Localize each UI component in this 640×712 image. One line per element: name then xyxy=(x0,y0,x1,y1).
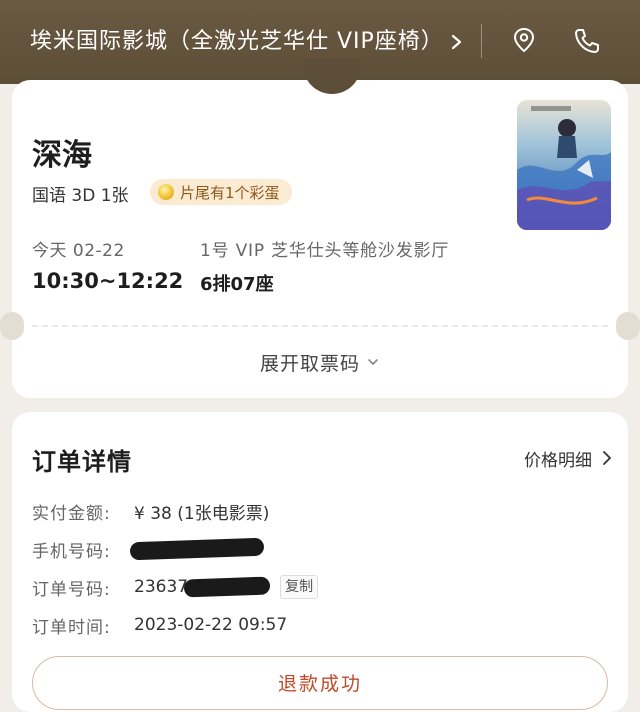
order-row-phone: 手机号码: xyxy=(32,535,265,563)
copy-button[interactable]: 复制 xyxy=(280,575,319,599)
ticket-side-notch-right xyxy=(616,312,640,340)
chevron-right-icon[interactable] xyxy=(448,26,466,58)
phone-redaction xyxy=(129,537,265,561)
payment-label: 实付金额: xyxy=(32,503,111,524)
price-detail-label: 价格明细 xyxy=(524,450,592,471)
show-time: 10:30~12:22 xyxy=(32,269,184,293)
order-details-title: 订单详情 xyxy=(32,448,132,476)
expand-ticket-code-label: 展开取票码 xyxy=(259,352,360,375)
ticket-perforation xyxy=(32,325,608,327)
order-number-value: 23637 xyxy=(134,577,189,597)
phone-icon[interactable] xyxy=(572,26,600,54)
easter-egg-badge: 片尾有1个彩蛋 xyxy=(150,179,292,205)
movie-meta: 国语 3D 1张 xyxy=(32,186,129,206)
price-detail-link[interactable]: 价格明细 xyxy=(524,444,612,472)
order-number-label: 订单号码: xyxy=(32,579,111,600)
order-number-redaction xyxy=(183,576,271,598)
order-time-value: 2023-02-22 09:57 xyxy=(134,615,288,635)
ticket-notch xyxy=(303,58,361,94)
movie-title: 深海 xyxy=(32,138,92,173)
payment-value: ¥ 38 (1张电影票) xyxy=(134,503,270,524)
phone-label: 手机号码: xyxy=(32,541,111,562)
ticket-card: 深海 国语 3D 1张 片尾有1个彩蛋 今天 02-22 10:30~12:22 xyxy=(0,58,640,398)
ticket-side-notch-left xyxy=(0,312,24,340)
easter-egg-label: 片尾有1个彩蛋 xyxy=(180,183,280,202)
order-row-order-time: 订单时间: 2023-02-22 09:57 xyxy=(32,611,287,639)
order-details-card: 订单详情 价格明细 实付金额: ¥ 38 (1张电影票) 手机号码: 订单号码:… xyxy=(12,412,628,712)
cinema-name[interactable]: 埃米国际影城（全激光芝华仕 VIP座椅） xyxy=(30,26,444,58)
egg-icon xyxy=(158,184,174,200)
refund-status-button[interactable]: 退款成功 xyxy=(32,656,608,710)
order-row-order-number: 订单号码: 23637 复制 xyxy=(32,573,319,601)
movie-poster[interactable] xyxy=(517,100,611,230)
chevron-right-icon xyxy=(603,451,611,465)
chevron-down-icon xyxy=(368,359,378,365)
header-divider xyxy=(481,24,482,58)
location-pin-icon[interactable] xyxy=(510,26,538,54)
hall-name: 1号 VIP 芝华仕头等舱沙发影厅 xyxy=(200,241,450,261)
poster-art xyxy=(517,100,611,230)
expand-ticket-code-button[interactable]: 展开取票码 xyxy=(12,346,628,378)
order-row-payment: 实付金额: ¥ 38 (1张电影票) xyxy=(32,497,269,525)
show-date: 今天 02-22 xyxy=(32,241,125,261)
order-time-label: 订单时间: xyxy=(32,617,111,638)
seat-info: 6排07座 xyxy=(200,274,274,295)
